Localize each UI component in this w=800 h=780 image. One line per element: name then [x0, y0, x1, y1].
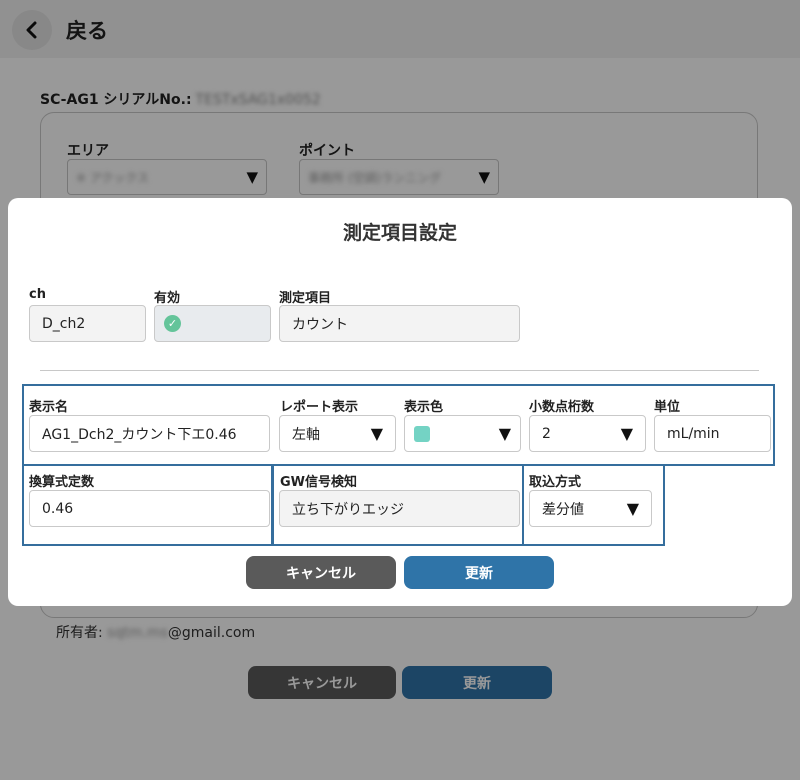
gw-signal-field: 立ち下がりエッジ: [279, 490, 520, 527]
coefficient-value: 0.46: [42, 500, 74, 517]
dropdown-caret-icon: ▼: [626, 498, 639, 518]
display-name-value: AG1_Dch2_カウント下エ0.46: [42, 426, 237, 443]
coefficient-input[interactable]: 0.46: [29, 490, 270, 527]
display-name-label: 表示名: [29, 400, 69, 415]
gw-signal-value: 立ち下がりエッジ: [292, 501, 404, 518]
capture-method-select[interactable]: 差分値 ▼: [529, 490, 652, 527]
report-display-select[interactable]: 左軸 ▼: [279, 415, 396, 452]
measurement-item-field: カウント: [279, 305, 520, 342]
coefficient-label: 換算式定数: [29, 475, 95, 490]
decimal-places-select[interactable]: 2 ▼: [529, 415, 646, 452]
measurement-item-value: カウント: [292, 316, 348, 333]
ch-label: ch: [29, 287, 46, 302]
decimal-places-label: 小数点桁数: [529, 400, 595, 415]
unit-value: mL/min: [667, 425, 720, 442]
cancel-button[interactable]: キャンセル: [246, 556, 396, 589]
capture-method-value: 差分値: [542, 501, 584, 518]
gw-signal-label: GW信号検知: [280, 475, 358, 490]
report-display-value: 左軸: [292, 426, 320, 443]
display-name-input[interactable]: AG1_Dch2_カウント下エ0.46: [29, 415, 270, 452]
enabled-toggle[interactable]: ✓: [154, 305, 271, 342]
unit-input[interactable]: mL/min: [654, 415, 771, 452]
decimal-places-value: 2: [542, 425, 551, 442]
unit-label: 単位: [654, 400, 681, 415]
capture-method-label: 取込方式: [529, 475, 582, 490]
display-color-label: 表示色: [404, 400, 444, 415]
dropdown-caret-icon: ▼: [498, 423, 511, 443]
dialog-title: 測定項目設定: [342, 222, 457, 244]
ch-field: D_ch2: [29, 305, 146, 342]
color-swatch: [414, 425, 430, 442]
display-color-select[interactable]: ▼: [404, 415, 521, 452]
dropdown-caret-icon: ▼: [370, 423, 383, 443]
measurement-settings-dialog: 測定項目設定 ch D_ch2 有効 ✓ 測定項目 カウント 表示名 AG1_D…: [8, 198, 792, 606]
enabled-label: 有効: [154, 291, 181, 306]
measurement-item-label: 測定項目: [279, 291, 332, 306]
section-divider: [40, 370, 759, 371]
dropdown-caret-icon: ▼: [620, 423, 633, 443]
update-button[interactable]: 更新: [404, 556, 554, 589]
report-display-label: レポート表示: [280, 400, 359, 415]
check-circle-icon: ✓: [164, 315, 181, 332]
ch-value: D_ch2: [42, 315, 86, 332]
